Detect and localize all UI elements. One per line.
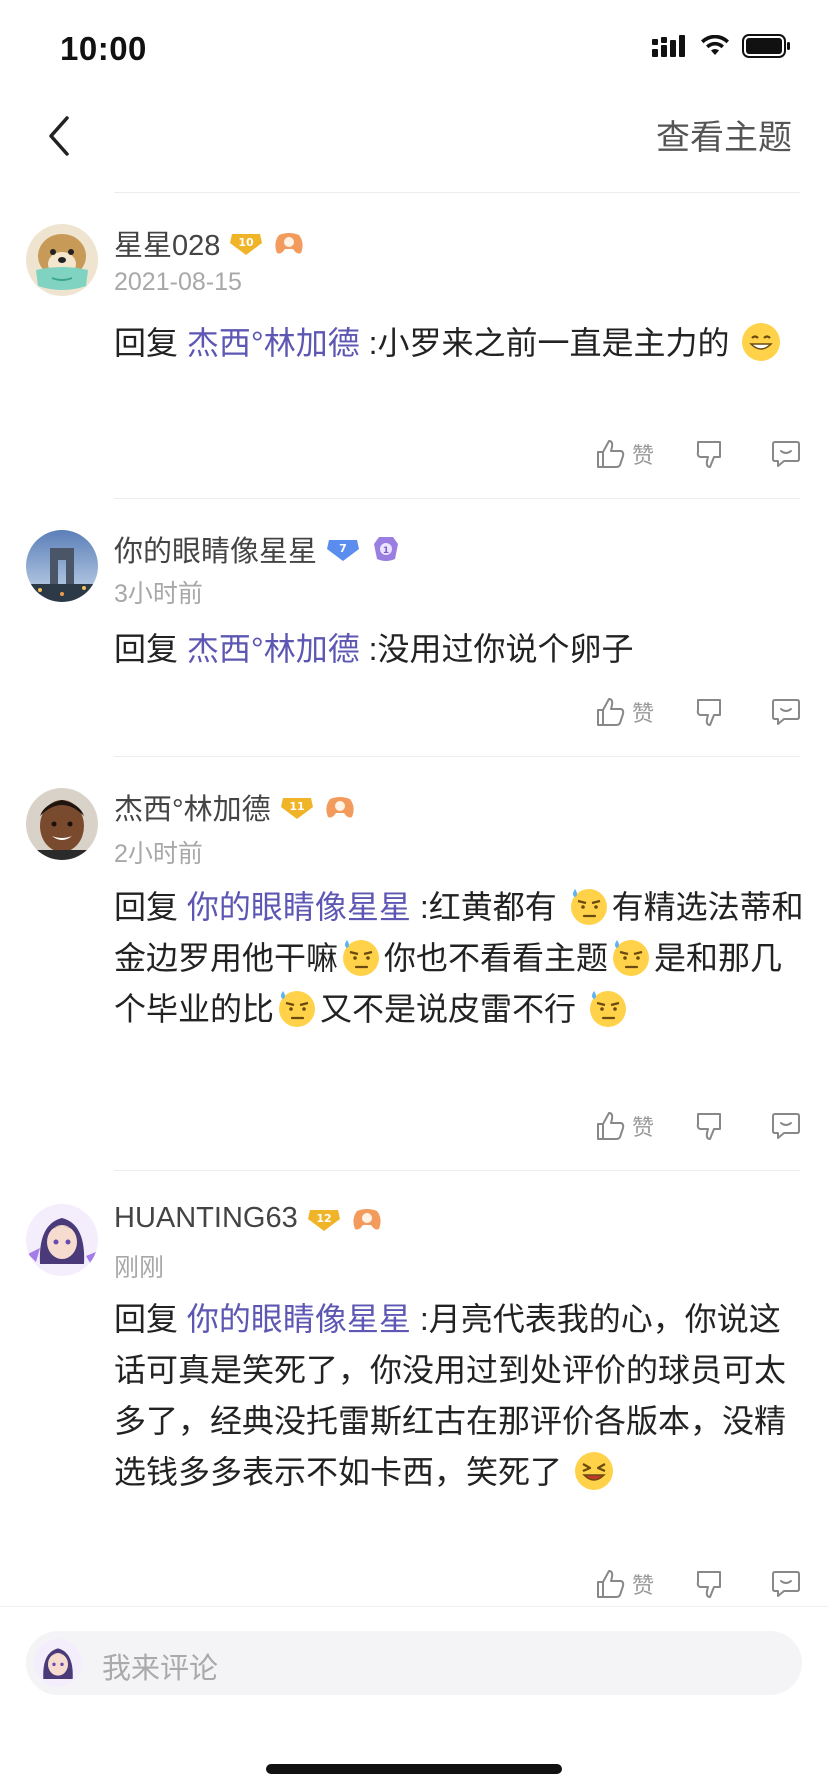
comment-actions: 赞 xyxy=(594,1568,802,1600)
svg-text:12: 12 xyxy=(316,1212,331,1225)
level-badge: 10 xyxy=(228,230,264,256)
comment-icon xyxy=(772,1113,800,1139)
username[interactable]: 你的眼睛像星星 xyxy=(114,528,317,570)
back-icon xyxy=(49,116,69,156)
gamepad-badge-icon xyxy=(323,792,357,822)
username-row: 星星028 10 xyxy=(114,222,306,264)
back-button[interactable] xyxy=(34,106,84,166)
comment-actions: 赞 xyxy=(594,1110,802,1142)
thumbs-down-icon xyxy=(696,699,721,726)
svg-text:10: 10 xyxy=(239,236,255,249)
home-indicator[interactable] xyxy=(266,1764,562,1774)
username-row: HUANTING63 12 xyxy=(114,1202,384,1235)
status-bar: 10:00 xyxy=(0,0,828,100)
username[interactable]: 星星028 xyxy=(114,222,220,264)
thumbs-up-icon xyxy=(596,440,625,468)
thumbs-down-icon xyxy=(696,441,721,468)
level-badge: 7 xyxy=(325,536,361,562)
comment-icon xyxy=(772,1571,800,1597)
current-user-avatar xyxy=(34,1639,82,1687)
dislike-button[interactable] xyxy=(694,1568,726,1600)
reply-button[interactable] xyxy=(770,438,802,470)
sweat-emoji xyxy=(613,940,650,976)
gamepad-badge-icon xyxy=(272,228,306,258)
comment-icon xyxy=(772,699,800,725)
thumbs-up-icon xyxy=(596,698,625,726)
avatar[interactable] xyxy=(26,224,98,296)
mention-link[interactable]: 杰西°林加德 xyxy=(187,325,360,361)
sweat-emoji xyxy=(570,889,607,925)
reply-text: 回复 你的眼睛像星星 :月亮代表我的心，你说这话可真是笑死了，你没用过到处评价的… xyxy=(114,1301,787,1490)
divider xyxy=(114,498,800,499)
comment-placeholder: 我来评论 xyxy=(102,1653,219,1685)
sweat-emoji xyxy=(589,991,626,1027)
dislike-button[interactable] xyxy=(694,438,726,470)
svg-text:7: 7 xyxy=(339,542,347,555)
avatar[interactable] xyxy=(26,788,98,860)
svg-text:1: 1 xyxy=(383,546,389,556)
username[interactable]: HUANTING63 xyxy=(114,1202,298,1235)
reply-button[interactable] xyxy=(770,696,802,728)
laugh-emoji xyxy=(574,1452,613,1490)
reply-text: 回复 你的眼睛像星星 :红黄都有 有精选法蒂和金边罗用他干嘛 你也不看看主题 是和那… xyxy=(114,882,804,1035)
reply-button[interactable] xyxy=(770,1110,802,1142)
sweat-emoji xyxy=(343,940,380,976)
like-button[interactable]: 赞 xyxy=(594,1568,654,1600)
thumbs-down-icon xyxy=(696,1113,721,1140)
timestamp: 刚刚 xyxy=(114,1254,165,1282)
reply-button[interactable] xyxy=(770,1568,802,1600)
mention-link[interactable]: 杰西°林加德 xyxy=(187,631,360,667)
comment-input[interactable]: 我来评论 xyxy=(26,1631,802,1695)
reply-text: 回复 杰西°林加德 :小罗来之前一直是主力的 xyxy=(114,318,804,369)
sweat-emoji xyxy=(279,991,316,1027)
dislike-button[interactable] xyxy=(694,696,726,728)
mention-link[interactable]: 你的眼睛像星星 xyxy=(187,889,411,925)
thumbs-down-icon xyxy=(696,1571,721,1598)
timestamp: 2021-08-15 xyxy=(114,268,242,296)
signal-icon xyxy=(652,35,685,57)
level-badge: 11 xyxy=(279,794,315,820)
level-badge: 12 xyxy=(306,1206,342,1232)
dislike-button[interactable] xyxy=(694,1110,726,1142)
username[interactable]: 杰西°林加德 xyxy=(114,786,271,828)
comment-icon xyxy=(772,441,800,467)
battery-icon xyxy=(742,34,790,58)
comment-actions: 赞 xyxy=(594,438,802,470)
reply-text: 回复 杰西°林加德 :没用过你说个卵子 xyxy=(114,631,634,667)
comment-actions: 赞 xyxy=(594,696,802,728)
thumbs-up-icon xyxy=(596,1570,625,1598)
divider xyxy=(114,756,800,757)
like-button[interactable]: 赞 xyxy=(594,438,654,470)
mention-link[interactable]: 你的眼睛像星星 xyxy=(187,1301,411,1337)
divider xyxy=(114,192,800,193)
grin-emoji xyxy=(742,323,781,361)
thumbs-up-icon xyxy=(596,1112,625,1140)
divider xyxy=(114,1170,800,1171)
like-button[interactable]: 赞 xyxy=(594,696,654,728)
nav-bar: 查看主题 xyxy=(0,100,828,192)
svg-text:11: 11 xyxy=(289,800,304,813)
like-button[interactable]: 赞 xyxy=(594,1110,654,1142)
status-icons xyxy=(652,34,792,58)
username-row: 你的眼睛像星星 7 1 xyxy=(114,528,403,570)
timestamp: 3小时前 xyxy=(114,580,203,608)
timestamp: 2小时前 xyxy=(114,840,203,868)
status-time: 10:00 xyxy=(60,30,147,67)
avatar[interactable] xyxy=(26,530,98,602)
medal-badge-icon: 1 xyxy=(369,534,403,564)
avatar[interactable] xyxy=(26,1204,98,1276)
view-topic-button[interactable]: 查看主题 xyxy=(656,110,792,159)
username-row: 杰西°林加德 11 xyxy=(114,786,357,828)
gamepad-badge-icon xyxy=(350,1204,384,1234)
wifi-icon xyxy=(701,35,729,55)
